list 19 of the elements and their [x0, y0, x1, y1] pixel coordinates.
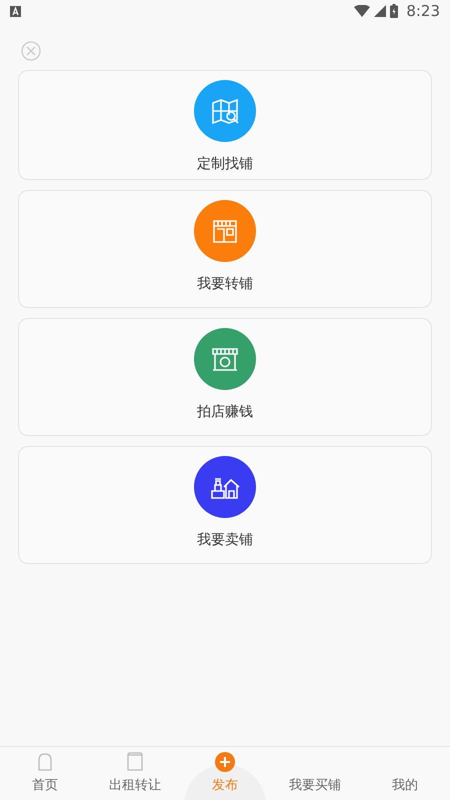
wifi-icon [354, 5, 370, 17]
plus-icon [214, 750, 236, 772]
notification-icon [10, 6, 21, 16]
signal-icon [374, 5, 386, 17]
option-label: 拍店赚钱 [197, 403, 253, 422]
tab[interactable]: 首页 [0, 747, 90, 800]
option-card[interactable]: 定制找铺 [18, 70, 432, 180]
tab[interactable]: 我的 [360, 747, 450, 800]
clock: 8:23 [406, 0, 440, 22]
tab[interactable]: 我要买铺 [270, 747, 360, 800]
option-label: 我要卖铺 [197, 531, 253, 550]
close-icon[interactable] [21, 40, 41, 61]
option-label: 我要转铺 [197, 275, 253, 294]
option-card[interactable]: 我要转铺 [18, 190, 432, 308]
tab[interactable]: 出租转让 [90, 747, 180, 800]
option-card[interactable]: 拍店赚钱 [18, 318, 432, 436]
option-label: 定制找铺 [197, 155, 253, 174]
option-card[interactable]: 我要卖铺 [18, 446, 432, 564]
battery-icon [390, 4, 398, 18]
